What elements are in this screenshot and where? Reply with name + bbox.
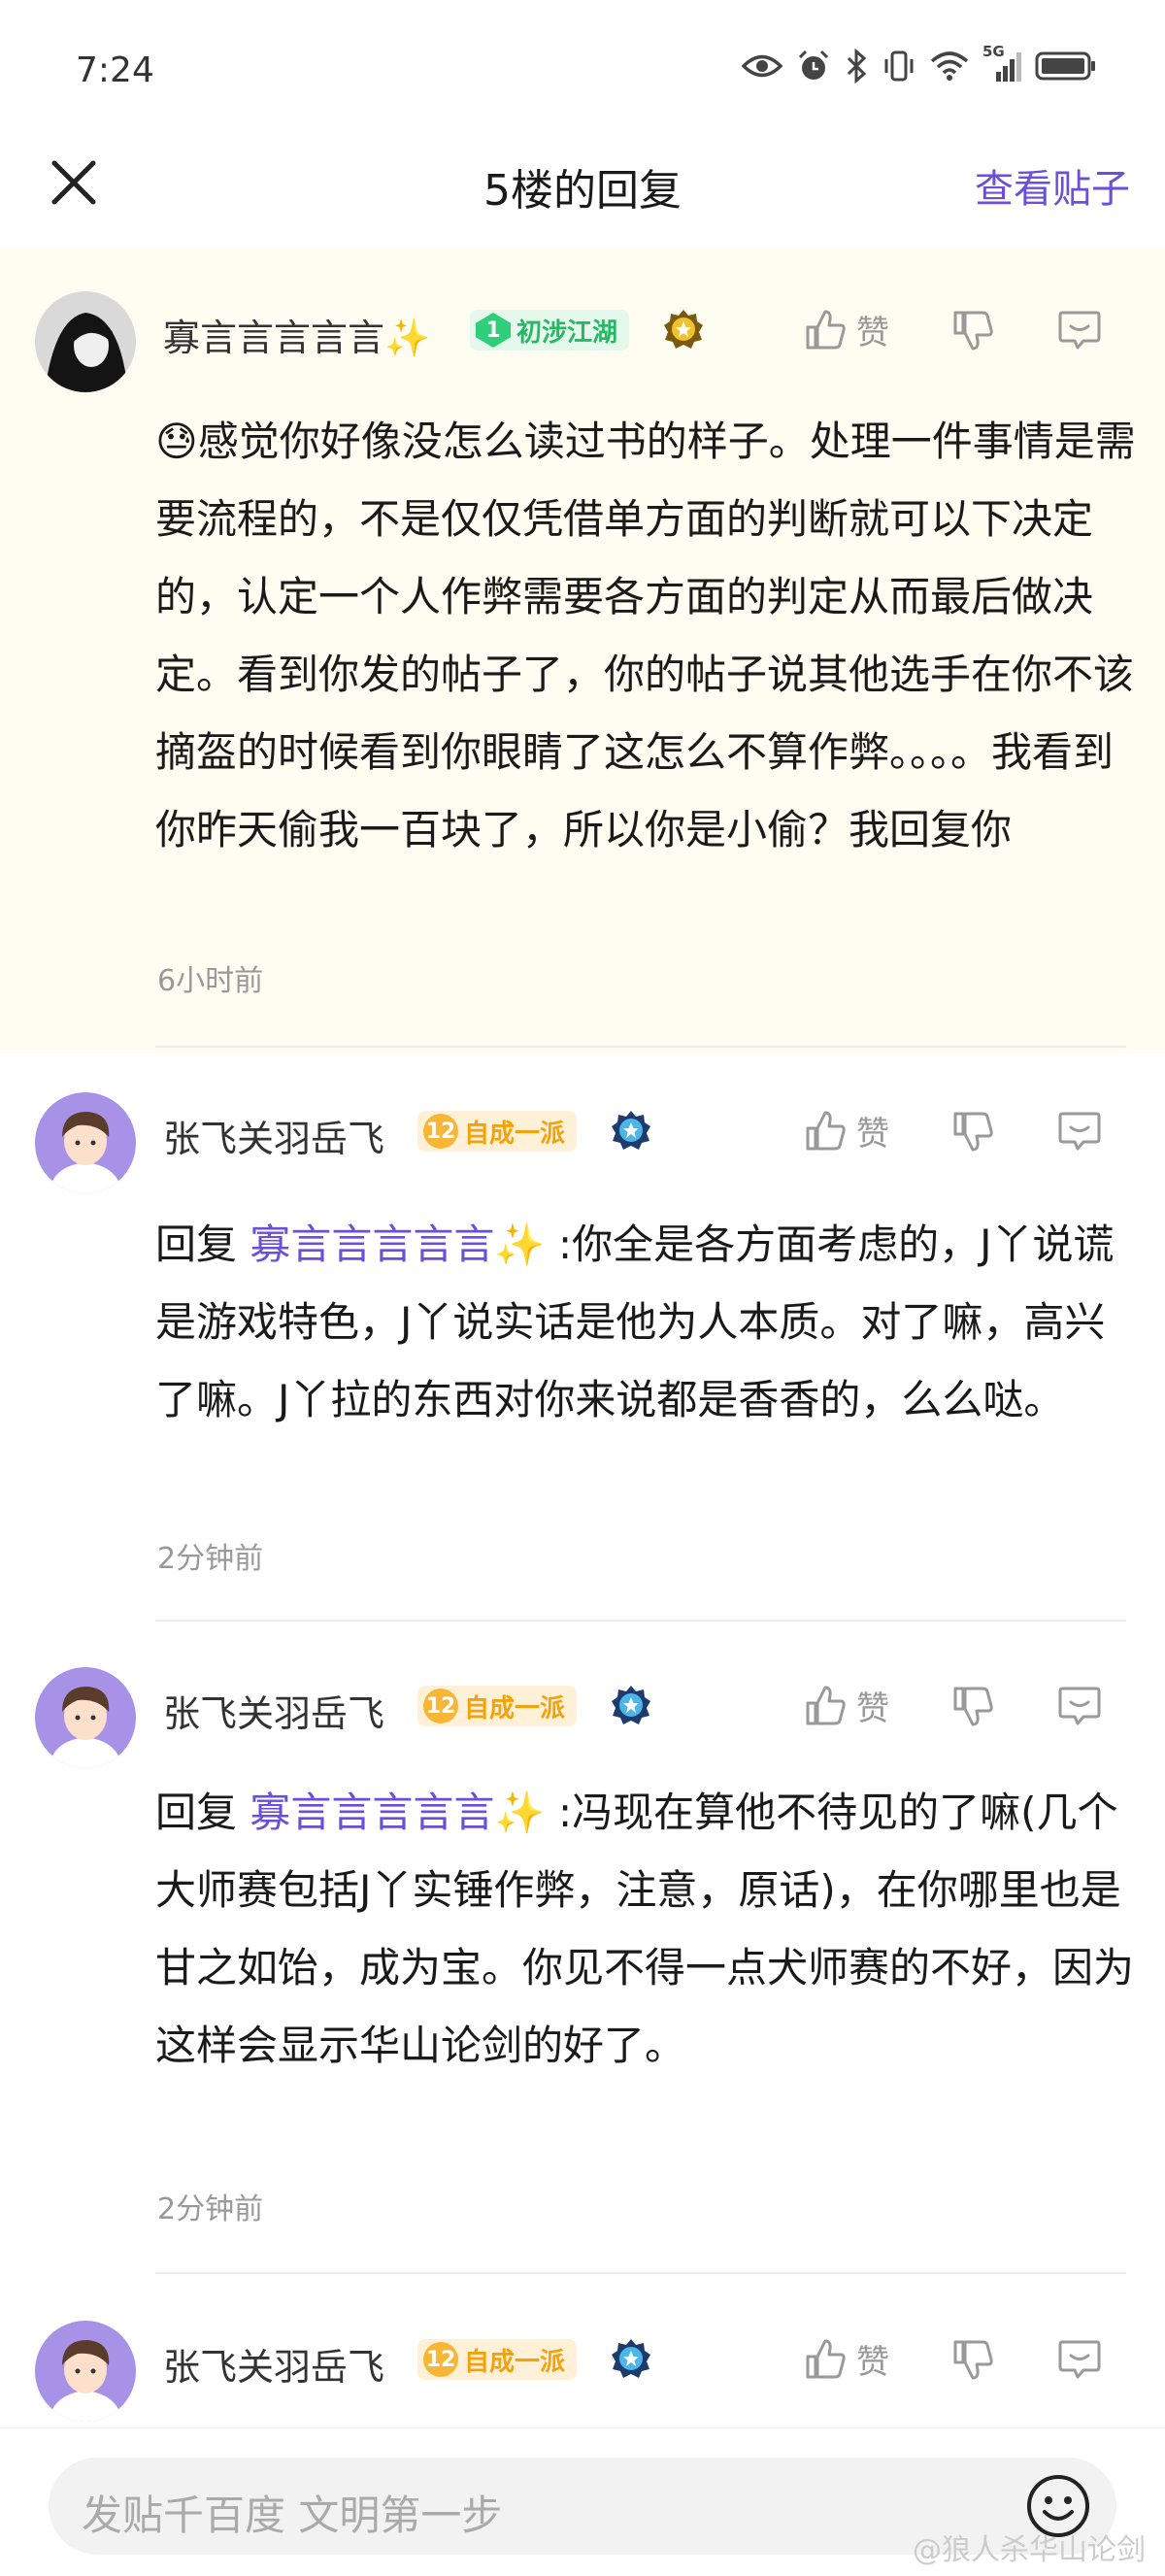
reply-item: 张飞关羽岳飞 12 自成一派 赞 回复 寡言言言言言✨ :冯现在算他不待见的了嘛… (0, 1623, 1165, 2272)
like-button[interactable]: 赞 (804, 1682, 889, 1729)
view-post-link[interactable]: 查看贴子 (975, 157, 1130, 214)
comment-icon[interactable] (1056, 1683, 1103, 1729)
alarm-icon (798, 50, 829, 80)
medal-icon (612, 2339, 650, 2378)
reply-actions: 赞 (804, 1107, 1103, 1154)
status-time: 7:24 (76, 50, 154, 90)
battery-icon (1035, 51, 1095, 81)
avatar[interactable] (35, 1092, 136, 1193)
level-number: 1 (476, 313, 511, 348)
level-badge: 12 自成一派 (417, 2339, 578, 2380)
cellular-signal-icon: 5G (982, 43, 1021, 84)
reply-actions: 赞 (804, 1682, 1103, 1729)
vibrate-icon (884, 50, 914, 82)
comment-icon[interactable] (1056, 307, 1103, 353)
reply-actions: 赞 (804, 2335, 1103, 2383)
reply-item: 张飞关羽岳飞 12 自成一派 赞 回复 寡言言言言言✨ :你全是各方面考虑的，J… (0, 1049, 1165, 1622)
level-number: 12 (423, 2342, 458, 2377)
bluetooth-icon (847, 49, 867, 84)
level-number: 12 (423, 1689, 458, 1723)
thumbs-up-icon (806, 1111, 846, 1150)
divider (155, 2272, 1126, 2274)
username[interactable]: 张飞关羽岳飞 (163, 1684, 384, 1737)
level-badge: 12 自成一派 (417, 1111, 578, 1152)
eye-icon (742, 54, 782, 78)
like-button[interactable]: 赞 (804, 1107, 889, 1154)
reply-to-user-link[interactable]: 寡言言言言言✨ (250, 1221, 545, 1268)
status-icons: 5G (742, 43, 1097, 84)
username[interactable]: 张飞关羽岳飞 (163, 1109, 384, 1162)
reply-to-user-link[interactable]: 寡言言言言言✨ (250, 1789, 545, 1836)
like-button[interactable]: 赞 (804, 2335, 889, 2383)
reply-text: 😓感觉你好像没怎么读过书的样子。处理一件事情是需要流程的，不是仅仅凭借单方面的判… (155, 418, 1136, 853)
divider (155, 1620, 1126, 1622)
watermark-text: @狼人杀华山论剑 (913, 2533, 1146, 2567)
like-button[interactable]: 赞 (804, 306, 889, 353)
like-label: 赞 (856, 1689, 889, 1728)
avatar[interactable] (35, 2321, 136, 2422)
reply-text: 回复 寡言言言言言✨ :你全是各方面考虑的，J丫说谎是游戏特色，J丫说实话是他为… (155, 1206, 1136, 1439)
comment-icon[interactable] (1056, 1108, 1103, 1154)
medal-icon (664, 310, 703, 349)
composer-bar: 发贴千百度 文明第一步 @狼人杀华山论剑 (0, 2427, 1165, 2576)
username[interactable]: 张飞关羽岳飞 (163, 2337, 384, 2391)
thumbs-up-icon (806, 310, 846, 349)
avatar[interactable] (35, 1667, 136, 1768)
thumbs-up-icon (806, 1686, 846, 1724)
status-bar: 7:24 5G (0, 0, 1165, 146)
reply-item: 寡言言言言言✨ 1 初涉江湖 赞 😓感觉你好像没怎么读过书的样子。处理一件事情是… (0, 248, 1165, 1054)
reply-timestamp: 2分钟前 (157, 1542, 264, 1576)
reply-timestamp: 2分钟前 (157, 2192, 264, 2226)
thumbs-down-icon[interactable] (951, 1109, 996, 1154)
level-title: 自成一派 (464, 2347, 566, 2377)
thumbs-down-icon[interactable] (951, 1684, 996, 1728)
level-title: 自成一派 (464, 1693, 566, 1723)
level-badge: 1 初涉江湖 (470, 310, 630, 351)
nav-bar: 5楼的回复 查看贴子 (0, 146, 1165, 252)
level-title: 自成一派 (464, 1119, 566, 1149)
reply-actions: 赞 (804, 306, 1103, 353)
reply-item: 张飞关羽岳飞 12 自成一派 赞 (0, 2277, 1165, 2427)
thumbs-up-icon (806, 2339, 846, 2378)
medal-icon (612, 1686, 650, 1724)
reply-prefix: 回复 (155, 1221, 250, 1268)
thumbs-down-icon[interactable] (951, 308, 996, 352)
thumbs-down-icon[interactable] (951, 2337, 996, 2382)
reply-prefix: 回复 (155, 1789, 250, 1836)
avatar[interactable] (35, 291, 136, 392)
reply-text: 回复 寡言言言言言✨ :冯现在算他不待见的了嘛(几个大师赛包括J丫实锤作弊，注意… (155, 1774, 1136, 2085)
comment-icon[interactable] (1056, 2336, 1103, 2383)
divider (155, 1046, 1126, 1048)
medal-icon (612, 1111, 650, 1150)
reply-input-placeholder: 发贴千百度 文明第一步 (82, 2492, 503, 2539)
wifi-icon (930, 51, 969, 81)
reply-timestamp: 6小时前 (157, 964, 264, 998)
level-title: 初涉江湖 (516, 318, 618, 348)
level-badge: 12 自成一派 (417, 1686, 578, 1726)
username[interactable]: 寡言言言言言✨ (163, 308, 430, 361)
like-label: 赞 (856, 314, 889, 352)
like-label: 赞 (856, 1115, 889, 1154)
level-number: 12 (423, 1114, 458, 1149)
like-label: 赞 (856, 2343, 889, 2382)
